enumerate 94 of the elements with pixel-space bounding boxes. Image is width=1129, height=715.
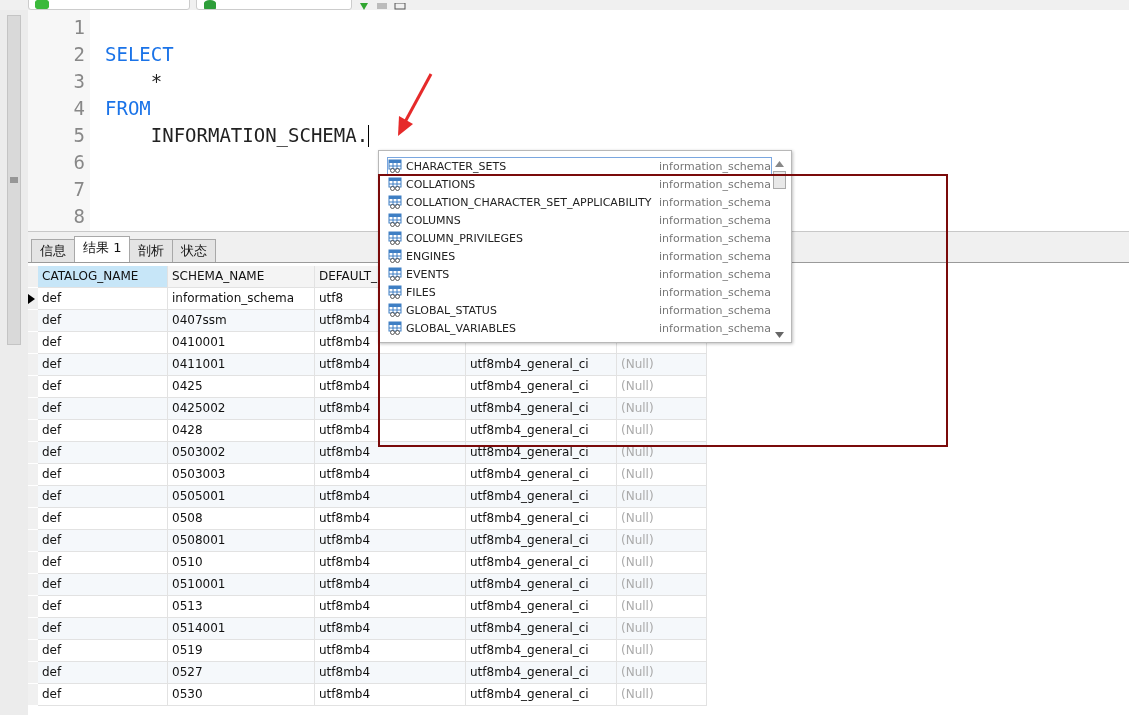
table-cell: utf8mb4 — [315, 442, 466, 464]
table-cell: (Null) — [617, 574, 707, 596]
explain-icon[interactable] — [394, 3, 406, 10]
table-cell: 0505001 — [168, 486, 315, 508]
table-icon — [388, 249, 402, 263]
autocomplete-item[interactable]: COLUMN_PRIVILEGES information_schema — [387, 229, 772, 247]
line-number: 5 — [72, 123, 86, 148]
table-cell: (Null) — [617, 618, 707, 640]
table-cell: (Null) — [617, 486, 707, 508]
line-number: 8 — [72, 204, 86, 229]
table-cell: def — [38, 310, 168, 332]
line-number: 7 — [72, 177, 86, 202]
table-cell: utf8mb4 — [315, 574, 466, 596]
table-cell: 0527 — [168, 662, 315, 684]
table-cell: (Null) — [617, 530, 707, 552]
table-cell: utf8mb4 — [315, 684, 466, 706]
table-cell: utf8mb4_general_ci — [466, 684, 617, 706]
table-cell: utf8mb4_general_ci — [466, 618, 617, 640]
autocomplete-item[interactable]: COLLATION_CHARACTER_SET_APPLICABILITY information_schema — [387, 193, 772, 211]
autocomplete-item[interactable]: EVENTS information_schema — [387, 265, 772, 283]
table-cell: def — [38, 442, 168, 464]
table-cell: utf8mb4_general_ci — [466, 486, 617, 508]
table-cell: 0508001 — [168, 530, 315, 552]
table-cell: 0407ssm — [168, 310, 315, 332]
table-cell: 0411001 — [168, 354, 315, 376]
table-icon — [388, 213, 402, 227]
line-number: 1 — [72, 15, 86, 40]
table-icon — [388, 231, 402, 245]
database-icon — [203, 0, 217, 9]
table-cell: utf8mb4 — [315, 398, 466, 420]
table-icon — [388, 177, 402, 191]
column-header[interactable]: SCHEMA_NAME — [168, 266, 315, 288]
table-cell: def — [38, 486, 168, 508]
table-cell: def — [38, 398, 168, 420]
line-number: 6 — [72, 150, 86, 175]
table-cell: utf8mb4_general_ci — [466, 530, 617, 552]
table-icon — [388, 267, 402, 281]
table-cell: def — [38, 574, 168, 596]
line-number: 3 — [72, 69, 86, 94]
table-cell: (Null) — [617, 398, 707, 420]
result-tab[interactable]: 信息 — [31, 239, 75, 262]
table-cell: 0425002 — [168, 398, 315, 420]
table-cell: (Null) — [617, 354, 707, 376]
sql-keyword: FROM — [105, 96, 151, 121]
result-tab[interactable]: 状态 — [172, 239, 217, 262]
table-cell: (Null) — [617, 684, 707, 706]
stop-icon[interactable] — [376, 3, 388, 10]
table-cell: 0510001 — [168, 574, 315, 596]
table-cell: def — [38, 530, 168, 552]
table-icon — [388, 195, 402, 209]
code-text: * — [149, 69, 163, 94]
table-cell: utf8mb4_general_ci — [466, 574, 617, 596]
sql-keyword: SELECT — [105, 42, 174, 67]
table-icon — [388, 303, 402, 317]
connection-icon — [35, 0, 49, 9]
code-text: INFORMATION_SCHEMA. — [149, 123, 369, 149]
autocomplete-item[interactable]: COLUMNS information_schema — [387, 211, 772, 229]
grip-icon — [10, 177, 18, 183]
table-cell: (Null) — [617, 442, 707, 464]
table-cell: def — [38, 618, 168, 640]
table-cell: def — [38, 684, 168, 706]
table-icon — [388, 321, 402, 335]
table-cell: utf8mb4_general_ci — [466, 442, 617, 464]
table-cell: utf8mb4_general_ci — [466, 398, 617, 420]
result-tab[interactable]: 结果 1 — [74, 236, 131, 262]
run-icon[interactable] — [358, 3, 370, 10]
table-cell: (Null) — [617, 662, 707, 684]
table-icon — [388, 285, 402, 299]
table-cell: utf8mb4_general_ci — [466, 662, 617, 684]
table-cell: def — [38, 354, 168, 376]
table-cell: utf8mb4_general_ci — [466, 354, 617, 376]
autocomplete-item[interactable]: ENGINES information_schema — [387, 247, 772, 265]
table-cell: 0530 — [168, 684, 315, 706]
scroll-down-icon[interactable] — [775, 332, 784, 338]
table-cell: 0514001 — [168, 618, 315, 640]
row-header[interactable] — [28, 288, 38, 310]
scroll-up-icon[interactable] — [775, 161, 784, 167]
table-cell: utf8mb4 — [315, 530, 466, 552]
result-tab[interactable]: 剖析 — [129, 239, 174, 262]
autocomplete-item[interactable]: COLLATIONS information_schema — [387, 175, 772, 193]
annotation-arrow — [398, 73, 433, 136]
line-number: 2 — [72, 42, 86, 67]
autocomplete-item[interactable]: CHARACTER_SETS information_schema — [387, 157, 772, 175]
text-cursor — [368, 124, 370, 147]
splitter-handle[interactable] — [7, 15, 21, 345]
column-header[interactable]: CATALOG_NAME — [38, 266, 168, 288]
table-cell: 0503002 — [168, 442, 315, 464]
table-cell: utf8mb4 — [315, 486, 466, 508]
table-cell: utf8mb4 — [315, 618, 466, 640]
line-number: 4 — [72, 96, 86, 121]
table-icon — [388, 159, 402, 173]
table-cell: utf8mb4 — [315, 662, 466, 684]
table-cell: utf8mb4 — [315, 354, 466, 376]
table-cell: def — [38, 662, 168, 684]
